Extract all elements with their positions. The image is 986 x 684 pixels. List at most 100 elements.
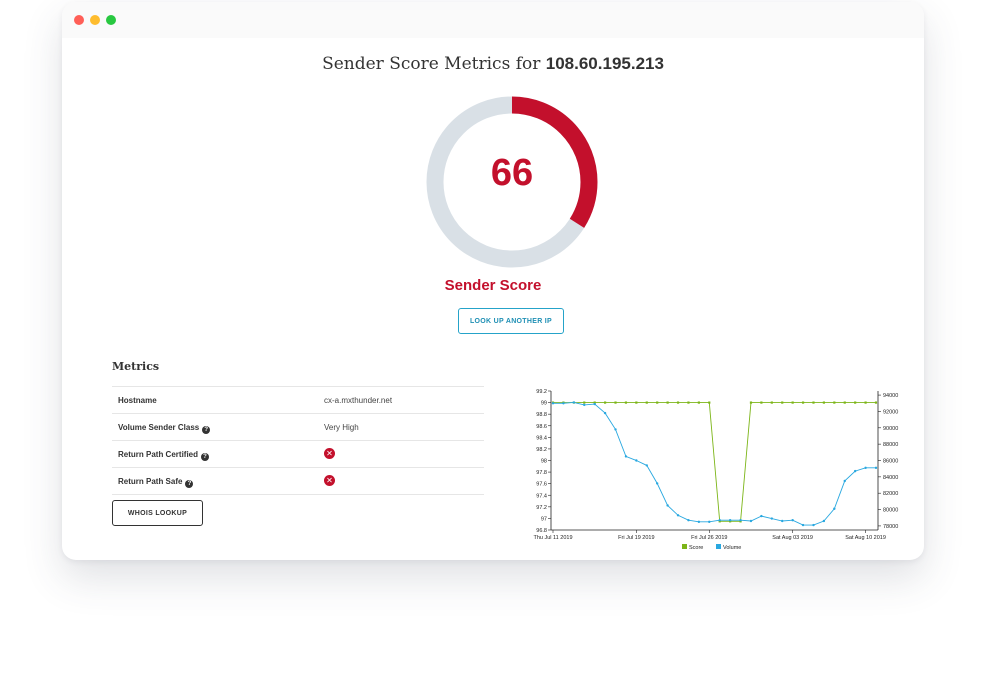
- volume-point: [645, 464, 648, 467]
- volume-point: [718, 518, 721, 522]
- volume-point: [812, 523, 815, 527]
- score-point: [843, 401, 846, 404]
- page-title-prefix: Sender Score Metrics for: [322, 54, 541, 74]
- volume-legend-label: Volume: [723, 545, 741, 551]
- volume-point: [749, 519, 753, 523]
- volume-point: [687, 518, 690, 522]
- score-point: [635, 401, 638, 404]
- x-tick-label: Sat Aug 10 2019: [845, 535, 886, 541]
- help-icon[interactable]: ?: [202, 426, 211, 434]
- volume-point: [593, 402, 596, 406]
- volume-point: [572, 401, 576, 404]
- sender-score-value: 66: [490, 152, 534, 194]
- volume-point: [562, 402, 565, 405]
- y-left-tick-label: 98: [541, 459, 547, 465]
- volume-point: [874, 466, 878, 470]
- x-tick-label: Thu Jul 11 2019: [533, 535, 572, 541]
- y-right-tick-label: 80000: [883, 508, 898, 514]
- y-left-tick-label: 97.2: [536, 505, 547, 511]
- metric-label: Volume Sender Class?: [118, 423, 211, 434]
- score-legend-label: Score: [689, 545, 703, 551]
- score-point: [749, 401, 753, 404]
- score-point: [781, 401, 784, 404]
- look-up-another-ip-button[interactable]: LOOK UP ANOTHER IP: [458, 308, 564, 334]
- y-left-tick-label: 99.2: [536, 389, 547, 395]
- browser-window: Sender Score Metrics for 108.60.195.213 …: [62, 2, 924, 560]
- volume-point: [781, 519, 784, 523]
- metrics-row-volume-sender-class: Volume Sender Class? Very High: [112, 413, 484, 440]
- y-left-tick-label: 98.4: [536, 435, 547, 441]
- y-left-tick-label: 98.8: [536, 412, 547, 418]
- volume-point: [728, 518, 732, 522]
- volume-point: [676, 514, 680, 517]
- volume-point: [791, 518, 794, 522]
- score-point: [614, 401, 617, 404]
- volume-point: [655, 482, 659, 485]
- metric-label: Return Path Certified?: [118, 450, 210, 461]
- x-tick-label: Sat Aug 03 2019: [772, 535, 813, 541]
- volume-point: [864, 466, 867, 470]
- score-point: [760, 401, 763, 404]
- metrics-row-return-path-safe: Return Path Safe? ✕: [112, 467, 484, 495]
- volume-point: [833, 507, 836, 510]
- sender-score-label: Sender Score: [444, 277, 542, 294]
- help-icon[interactable]: ?: [185, 480, 194, 488]
- score-point: [676, 401, 680, 404]
- score-point: [624, 401, 628, 404]
- score-point: [812, 401, 815, 404]
- score-point: [770, 401, 773, 404]
- y-left-tick-label: 97.8: [536, 470, 547, 476]
- score-point: [583, 401, 586, 404]
- score-point: [708, 401, 711, 404]
- volume-point: [770, 517, 774, 520]
- y-left-tick-label: 97: [541, 516, 547, 522]
- volume-point: [697, 520, 701, 524]
- score-point: [833, 401, 836, 404]
- whois-lookup-button[interactable]: WHOIS LOOKUP: [112, 500, 203, 526]
- x-tick-label: Fri Jul 19 2019: [618, 535, 654, 541]
- volume-point: [760, 514, 763, 518]
- y-right-tick-label: 78000: [883, 524, 898, 530]
- metrics-heading: Metrics: [112, 360, 160, 373]
- volume-point: [666, 504, 669, 507]
- volume-point: [551, 402, 555, 405]
- volume-point: [853, 469, 857, 473]
- score-point: [656, 401, 659, 404]
- volume-point: [624, 455, 628, 458]
- score-point: [645, 401, 648, 404]
- score-point: [697, 401, 700, 404]
- close-window-button[interactable]: [74, 15, 84, 25]
- y-right-tick-label: 88000: [883, 442, 898, 448]
- score-series-line: [553, 402, 876, 522]
- score-volume-chart: 96.8 97 97.2 97.4 97.6 97.8 98 98.2 98.4 98.6 98.8…: [533, 389, 898, 551]
- x-tick-label: Fri Jul 26 2019: [691, 535, 727, 541]
- y-left-tick-label: 98.2: [536, 447, 547, 453]
- volume-point: [603, 411, 607, 415]
- metric-value: Very High: [324, 423, 359, 432]
- y-left-tick-label: 97.6: [536, 482, 547, 488]
- volume-point: [822, 519, 826, 523]
- y-right-tick-label: 82000: [883, 491, 898, 497]
- volume-point: [708, 520, 711, 524]
- score-point: [603, 401, 607, 404]
- zoom-window-button[interactable]: [106, 15, 116, 25]
- volume-point: [635, 459, 638, 462]
- volume-point: [739, 518, 742, 522]
- score-point: [791, 401, 794, 404]
- x-circle-icon: ✕: [324, 448, 335, 459]
- minimize-window-button[interactable]: [90, 15, 100, 25]
- y-left-tick-label: 96.8: [536, 528, 547, 534]
- y-right-tick-label: 86000: [883, 459, 898, 465]
- metrics-row-return-path-certified: Return Path Certified? ✕: [112, 440, 484, 467]
- page-title: Sender Score Metrics for 108.60.195.213: [62, 54, 924, 74]
- window-titlebar: [62, 2, 924, 38]
- y-left-tick-label: 98.6: [536, 424, 547, 430]
- y-right-tick-label: 92000: [883, 409, 898, 415]
- x-circle-icon: ✕: [324, 475, 335, 486]
- metric-value: cx-a.mxthunder.net: [324, 396, 393, 405]
- score-point: [854, 401, 857, 404]
- y-right-tick-label: 94000: [883, 393, 898, 399]
- score-point: [666, 401, 669, 404]
- help-icon[interactable]: ?: [201, 453, 210, 461]
- y-right-tick-label: 90000: [883, 426, 898, 432]
